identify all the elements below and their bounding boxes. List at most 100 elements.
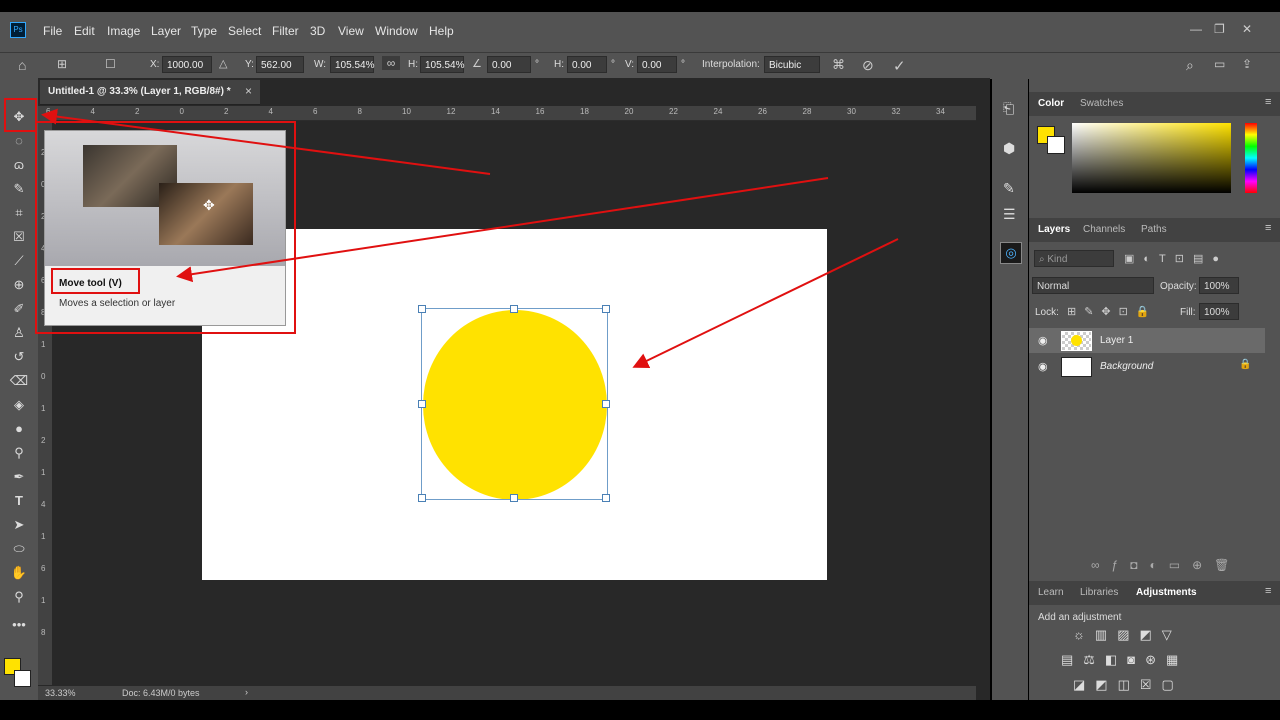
menu-3d[interactable]: 3D	[310, 24, 325, 38]
x-position-field[interactable]: 1000.00 p:	[162, 56, 212, 88]
zoom-level[interactable]: 33.33%	[45, 688, 76, 698]
panel-menu-icon[interactable]: ≡	[1265, 222, 1271, 234]
workspace-icon[interactable]: ▭	[1214, 57, 1225, 71]
vertical-skew-field[interactable]: 0.00	[637, 56, 677, 73]
panel-menu-icon[interactable]: ≡	[1265, 96, 1271, 108]
healing-brush-tool-icon[interactable]: ⊕	[9, 276, 29, 294]
blur-tool-icon[interactable]: ●	[9, 420, 29, 438]
warp-icon[interactable]: ⌘	[832, 57, 845, 73]
layer-row-layer-1[interactable]: ◉ Layer 1	[1029, 328, 1265, 353]
transform-handle[interactable]	[418, 494, 426, 502]
share-icon[interactable]: ⇪	[1242, 57, 1252, 71]
horizontal-skew-field[interactable]: 0.00	[567, 56, 607, 73]
quick-selection-tool-icon[interactable]: ✎	[9, 180, 29, 198]
eraser-tool-icon[interactable]: ⌫	[9, 372, 29, 390]
opacity-field[interactable]: 100%	[1199, 277, 1239, 294]
tab-adjustments[interactable]: Adjustments	[1136, 587, 1197, 598]
brush-tool-icon[interactable]: ✐	[9, 300, 29, 318]
crop-tool-icon[interactable]: ⌗	[9, 204, 29, 222]
adjustment-icons-row-1[interactable]: ☼▥▨◩▽	[1073, 627, 1182, 643]
close-window-button[interactable]: ✕	[1242, 22, 1252, 36]
menu-help[interactable]: Help	[429, 24, 454, 38]
search-icon[interactable]: ⌕	[1186, 57, 1194, 74]
type-tool-icon[interactable]: T	[9, 492, 29, 510]
reference-point-icon[interactable]: ⊞	[57, 57, 67, 71]
link-icon[interactable]: ∞	[382, 56, 400, 70]
menu-filter[interactable]: Filter	[272, 24, 299, 38]
menu-window[interactable]: Window	[375, 24, 418, 38]
layer-row-background[interactable]: ◉ Background 🔒	[1029, 354, 1265, 379]
history-panel-icon[interactable]: ⎗	[1003, 100, 1014, 117]
tab-libraries[interactable]: Libraries	[1080, 587, 1118, 598]
zoom-tool-icon[interactable]: ⚲	[9, 588, 29, 606]
commit-transform-icon[interactable]: ✓	[893, 57, 906, 75]
menu-type[interactable]: Type	[191, 24, 217, 38]
transform-handle[interactable]	[602, 494, 610, 502]
transform-handle[interactable]	[418, 305, 426, 313]
tab-channels[interactable]: Channels	[1083, 224, 1125, 235]
layer-name[interactable]: Background	[1100, 361, 1153, 372]
hand-tool-icon[interactable]: ✋	[9, 564, 29, 582]
hue-slider[interactable]	[1245, 123, 1257, 193]
color-picker-field[interactable]	[1072, 123, 1231, 193]
menu-image[interactable]: Image	[107, 24, 140, 38]
close-tab-icon[interactable]: ×	[245, 84, 252, 98]
minimize-button[interactable]: —	[1190, 22, 1202, 36]
frame-tool-icon[interactable]: ☒	[9, 228, 29, 246]
plugin-icon[interactable]: ◎	[1000, 242, 1022, 264]
tab-layers[interactable]: Layers	[1038, 224, 1070, 235]
fill-field[interactable]: 100%	[1199, 303, 1239, 320]
reference-checkbox-icon[interactable]: ☐	[105, 57, 116, 71]
background-color-swatch[interactable]	[14, 670, 31, 687]
status-menu-arrow-icon[interactable]: ›	[245, 687, 248, 697]
menu-view[interactable]: View	[338, 24, 364, 38]
y-position-field[interactable]: 562.00 px	[256, 56, 304, 88]
menu-select[interactable]: Select	[228, 24, 261, 38]
restore-button[interactable]: ❐	[1214, 22, 1225, 36]
pen-tool-icon[interactable]: ✒	[9, 468, 29, 486]
more-tools-icon[interactable]: •••	[9, 616, 29, 634]
blend-mode-select[interactable]: Normal	[1032, 277, 1154, 294]
menu-file[interactable]: File	[43, 24, 62, 38]
background-color-chip[interactable]	[1047, 136, 1065, 154]
eyedropper-tool-icon[interactable]: ⟋	[9, 252, 29, 270]
lasso-tool-icon[interactable]: ɷ	[9, 156, 29, 174]
layer-filter-icons[interactable]: ▣◐T⊡▤●	[1124, 252, 1228, 265]
clone-stamp-tool-icon[interactable]: ♙	[9, 324, 29, 342]
3d-panel-icon[interactable]: ⬢	[1003, 140, 1015, 157]
paint-bucket-tool-icon[interactable]: ◈	[9, 396, 29, 414]
delta-icon[interactable]: △	[219, 57, 227, 70]
marquee-tool-icon[interactable]: ◌	[9, 132, 29, 150]
lock-icons[interactable]: ⊞✎✥⊡🔒	[1067, 305, 1158, 318]
history-brush-tool-icon[interactable]: ↺	[9, 348, 29, 366]
adjustment-icons-row-3[interactable]: ◪◩◫☒▢	[1073, 677, 1184, 693]
angle-field[interactable]: 0.00	[487, 56, 531, 73]
tab-paths[interactable]: Paths	[1141, 224, 1167, 235]
layer-name[interactable]: Layer 1	[1100, 335, 1133, 346]
height-field[interactable]: 105.54%	[420, 56, 464, 73]
transform-handle[interactable]	[418, 400, 426, 408]
menu-layer[interactable]: Layer	[151, 24, 181, 38]
adjustment-icons-row-2[interactable]: ▤⚖◧◙⊛▦	[1061, 652, 1188, 668]
properties-icon[interactable]: ☰	[1003, 206, 1016, 223]
ellipse-tool-icon[interactable]: ⬭	[9, 540, 29, 558]
width-field[interactable]: 105.54%	[330, 56, 374, 73]
document-tab[interactable]: Untitled-1 @ 33.3% (Layer 1, RGB/8#) * ×	[40, 80, 260, 105]
tab-color[interactable]: Color	[1038, 98, 1064, 109]
menu-edit[interactable]: Edit	[74, 24, 95, 38]
visibility-eye-icon[interactable]: ◉	[1038, 334, 1048, 347]
home-icon[interactable]: ⌂	[18, 57, 26, 73]
transform-handle[interactable]	[510, 305, 518, 313]
tab-swatches[interactable]: Swatches	[1080, 98, 1123, 109]
interpolation-select[interactable]: Bicubic	[764, 56, 820, 73]
brush-settings-icon[interactable]: ✎	[1003, 180, 1015, 197]
visibility-eye-icon[interactable]: ◉	[1038, 360, 1048, 373]
layer-actions-icons[interactable]: ∞ƒ◘◐▭⊕🗑	[1091, 558, 1241, 572]
transform-handle[interactable]	[510, 494, 518, 502]
cancel-transform-icon[interactable]: ⊘	[862, 57, 874, 74]
transform-handle[interactable]	[602, 305, 610, 313]
panel-menu-icon[interactable]: ≡	[1265, 585, 1271, 597]
dodge-tool-icon[interactable]: ⚲	[9, 444, 29, 462]
tab-learn[interactable]: Learn	[1038, 587, 1064, 598]
path-selection-tool-icon[interactable]: ➤	[9, 516, 29, 534]
